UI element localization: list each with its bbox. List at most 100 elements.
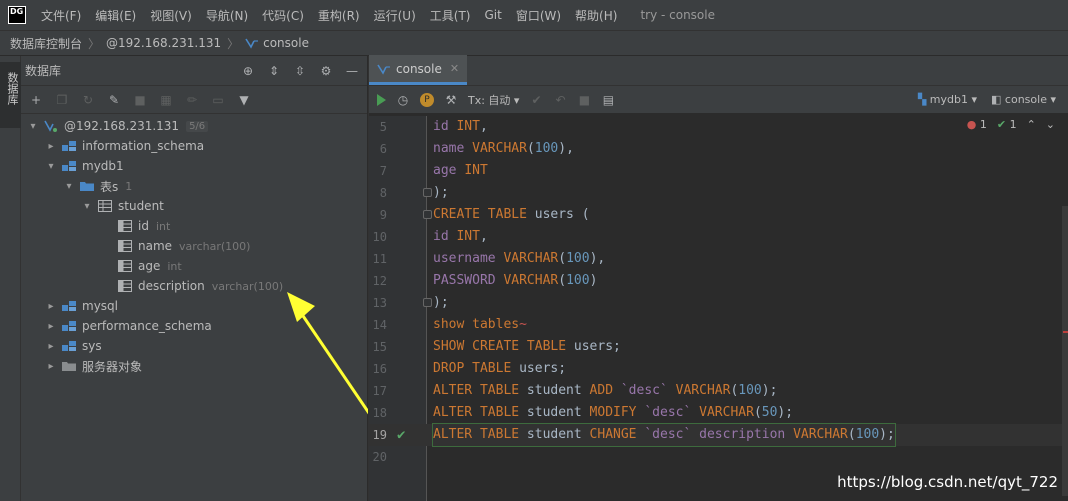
- copy-icon[interactable]: ❐: [55, 93, 69, 107]
- tree-tables-folder[interactable]: ▾ 表s 1: [21, 176, 367, 196]
- code-text: PASSWORD VARCHAR(100): [433, 273, 598, 288]
- chevron-right-icon[interactable]: ▸: [45, 301, 57, 312]
- code-line: 7 age INT: [369, 160, 1068, 182]
- schema-label: information_schema: [82, 139, 205, 153]
- editor-tab-bar: console ✕: [369, 55, 1068, 86]
- code-text: ALTER TABLE student ADD `desc` VARCHAR(1…: [433, 383, 778, 398]
- chevron-down-icon[interactable]: ▾: [45, 161, 57, 172]
- column-icon: [118, 260, 132, 272]
- run-icon[interactable]: [377, 93, 386, 106]
- database-tool-label: 数据库: [6, 72, 19, 105]
- fold-icon[interactable]: [423, 298, 432, 307]
- fold-icon[interactable]: [423, 210, 432, 219]
- menu-help[interactable]: 帮助(H): [568, 7, 624, 24]
- breadcrumb-console[interactable]: console: [263, 36, 309, 50]
- menu-git[interactable]: Git: [477, 8, 508, 22]
- stop-icon[interactable]: ■: [577, 93, 591, 107]
- datagrip-logo: DG: [8, 6, 26, 24]
- schema-label: mydb1: [82, 159, 124, 173]
- chevron-right-icon[interactable]: ▸: [45, 321, 57, 332]
- code-line: 11 username VARCHAR(100),: [369, 248, 1068, 270]
- fold-icon[interactable]: [423, 188, 432, 197]
- collapse-all-icon[interactable]: ⇳: [293, 64, 307, 78]
- watermark: https://blog.csdn.net/qyt_722: [837, 473, 1058, 491]
- schema-selector[interactable]: ▚ mydb1 ▾: [918, 93, 977, 106]
- tree-column[interactable]: name varchar(100): [21, 236, 367, 256]
- menu-window[interactable]: 窗口(W): [509, 7, 568, 24]
- line-number: 18: [372, 406, 387, 420]
- transaction-mode-dropdown[interactable]: Tx: 自动 ▾: [468, 92, 519, 108]
- chevron-down-icon[interactable]: ▾: [63, 181, 75, 192]
- stop-icon[interactable]: ■: [133, 93, 147, 107]
- tree-schema-information-schema[interactable]: ▸ information_schema: [21, 136, 367, 156]
- expand-all-icon[interactable]: ⇕: [267, 64, 281, 78]
- menu-view[interactable]: 视图(V): [143, 7, 199, 24]
- menu-tools[interactable]: 工具(T): [423, 7, 478, 24]
- schema-label: mysql: [82, 299, 118, 313]
- table-icon: [98, 200, 112, 212]
- properties-icon[interactable]: ✎: [107, 93, 121, 107]
- chevron-right-icon[interactable]: ▸: [45, 141, 57, 152]
- menu-refactor[interactable]: 重构(R): [311, 7, 367, 24]
- wrench-icon[interactable]: ⚒: [444, 93, 458, 107]
- code-text: name VARCHAR(100),: [433, 141, 574, 156]
- tree-table-student[interactable]: ▾ student: [21, 196, 367, 216]
- schema-label: sys: [82, 339, 102, 353]
- chevron-right-icon[interactable]: ▸: [45, 361, 57, 372]
- schema-icon: [62, 301, 76, 311]
- chevron-down-icon[interactable]: ▾: [81, 201, 93, 212]
- datasource-label: @192.168.231.131: [64, 119, 180, 133]
- explain-plan-icon[interactable]: P: [420, 92, 434, 107]
- gear-icon[interactable]: ⚙: [319, 64, 333, 78]
- minimize-icon[interactable]: —: [345, 64, 359, 78]
- database-tool-tab[interactable]: 数据库: [0, 62, 21, 128]
- success-check-icon: ✔: [397, 427, 406, 443]
- refresh-icon[interactable]: ↻: [81, 93, 95, 107]
- results-grid-icon[interactable]: ▤: [601, 93, 615, 107]
- tab-label: console: [396, 61, 442, 76]
- edit-icon[interactable]: ✏: [185, 93, 199, 107]
- session-selector[interactable]: ◧ console ▾: [991, 93, 1056, 106]
- window-title: try - console: [640, 8, 715, 22]
- line-number: 20: [372, 450, 387, 464]
- menu-edit[interactable]: 编辑(E): [88, 7, 143, 24]
- crosshair-icon[interactable]: ⊕: [241, 64, 255, 78]
- tree-schema-mydb1[interactable]: ▾ mydb1: [21, 156, 367, 176]
- menu-run[interactable]: 运行(U): [367, 7, 423, 24]
- tab-console[interactable]: console ✕: [369, 55, 468, 85]
- breadcrumb-root[interactable]: 数据库控制台: [10, 35, 82, 52]
- breadcrumb-host[interactable]: @192.168.231.131: [106, 36, 221, 50]
- chevron-right-icon: 〉: [227, 36, 240, 51]
- chevron-right-icon[interactable]: ▸: [45, 341, 57, 352]
- menu-file[interactable]: 文件(F): [34, 7, 88, 24]
- code-editor[interactable]: ● 1 ✔ 1 ⌃ ⌄ 5 id INT, 6 name VARCHAR(100…: [369, 116, 1068, 501]
- vertical-scrollbar[interactable]: [1062, 206, 1068, 496]
- tree-datasource[interactable]: ▾ @192.168.231.131 5/6: [21, 116, 367, 136]
- code-text: );: [433, 185, 449, 200]
- chevron-down-icon[interactable]: ▾: [27, 121, 39, 132]
- tree-column[interactable]: age int: [21, 256, 367, 276]
- filter-icon[interactable]: ▼: [237, 93, 251, 107]
- line-number: 9: [379, 208, 387, 222]
- column-icon: [118, 280, 132, 292]
- menu-code[interactable]: 代码(C): [255, 7, 311, 24]
- line-number: 12: [372, 274, 387, 288]
- line-number: 13: [372, 296, 387, 310]
- error-stripe-marker[interactable]: [1063, 331, 1068, 333]
- tree-column[interactable]: id int: [21, 216, 367, 236]
- rollback-icon[interactable]: ↶: [553, 93, 567, 107]
- table-icon[interactable]: ▦: [159, 93, 173, 107]
- add-icon[interactable]: +: [29, 93, 43, 107]
- sql-icon[interactable]: ▭: [211, 93, 225, 107]
- commit-icon[interactable]: ✔: [529, 93, 543, 107]
- code-line: 10 id INT,: [369, 226, 1068, 248]
- history-icon[interactable]: ◷: [396, 93, 410, 107]
- code-line: 17 ALTER TABLE student ADD `desc` VARCHA…: [369, 380, 1068, 402]
- menu-navigate[interactable]: 导航(N): [199, 7, 255, 24]
- close-icon[interactable]: ✕: [450, 62, 459, 75]
- database-panel: 数据库 ⊕ ⇕ ⇳ ⚙ — + ❐ ↻ ✎ ■ ▦ ✏ ▭ ▼ ▾ @192.1…: [21, 56, 415, 501]
- code-text: id INT,: [433, 229, 488, 244]
- code-line: 13 );: [369, 292, 1068, 314]
- schema-selector-label: mydb1: [929, 93, 968, 106]
- transaction-mode-label: Tx: 自动: [468, 93, 511, 107]
